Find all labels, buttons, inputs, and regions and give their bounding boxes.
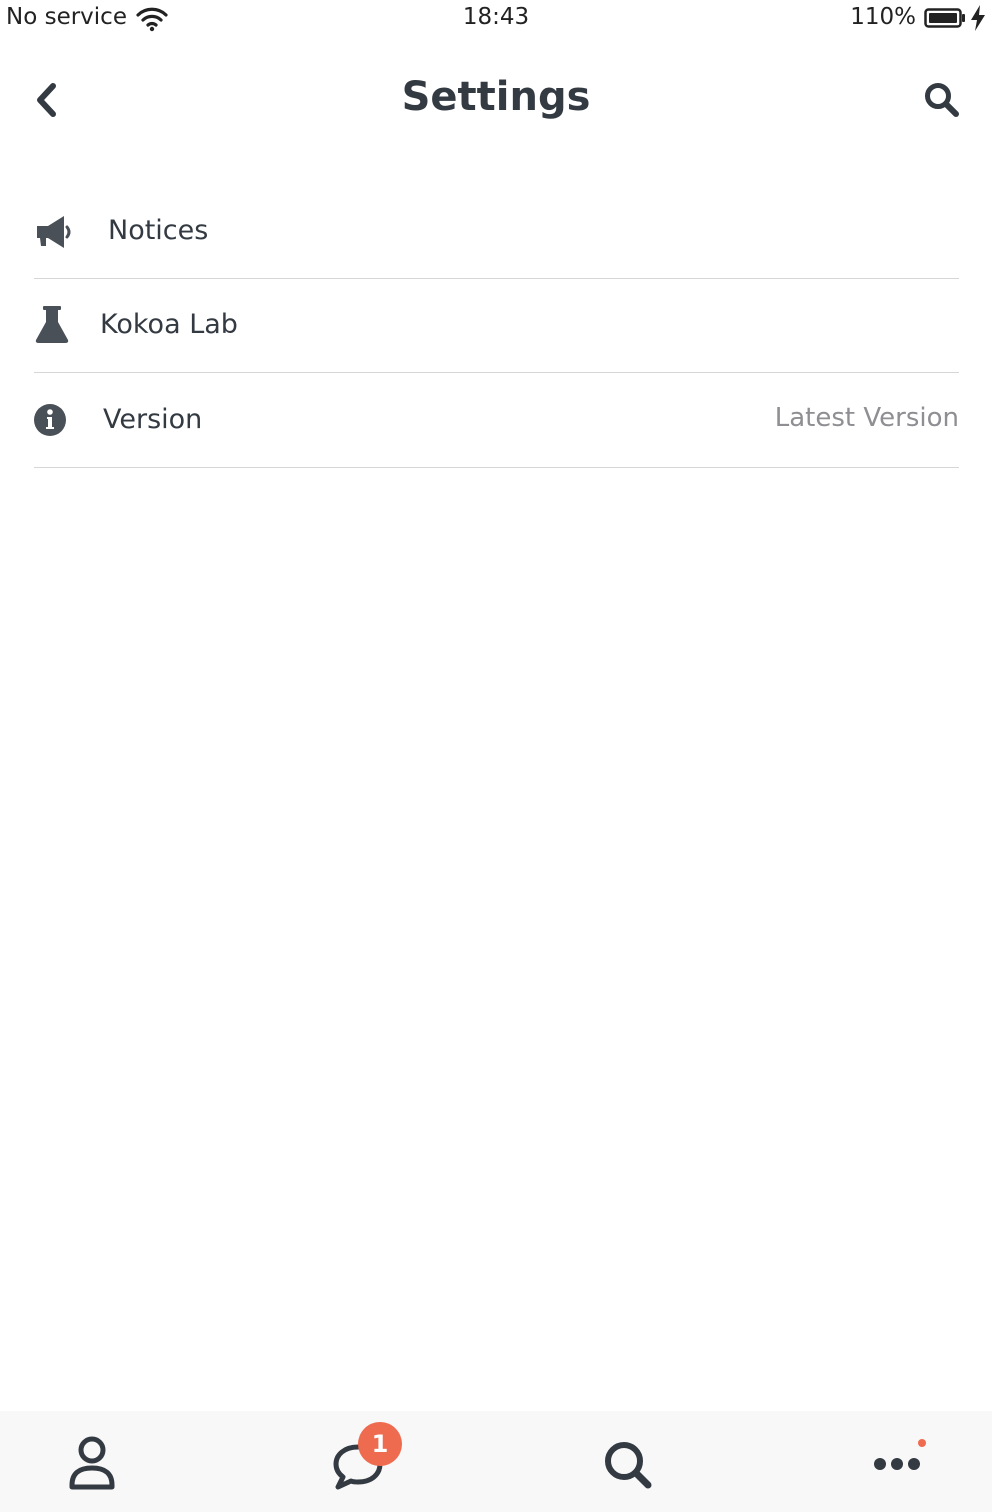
settings-item-label: Version [103, 404, 203, 435]
settings-item-notices[interactable]: Notices [34, 184, 959, 279]
clock: 18:43 [462, 4, 530, 30]
battery-icon [924, 8, 965, 28]
version-value: Latest Version [774, 403, 959, 433]
page-title: Settings [401, 74, 591, 120]
megaphone-icon [37, 216, 71, 248]
status-bar: No service 18:43 110% [0, 0, 992, 40]
info-circle-icon [34, 404, 66, 436]
tab-profile[interactable] [62, 1435, 122, 1495]
settings-item-kokoa-lab[interactable]: Kokoa Lab [34, 279, 959, 373]
charging-bolt-icon [971, 5, 985, 31]
settings-item-version[interactable]: Version Latest Version [34, 373, 959, 468]
tab-more[interactable] [866, 1435, 926, 1495]
settings-item-label: Kokoa Lab [100, 308, 238, 340]
search-button[interactable] [922, 80, 962, 120]
unread-badge: 1 [358, 1422, 402, 1466]
battery-percentage: 110% [850, 4, 916, 30]
flask-icon [35, 305, 69, 343]
tab-bar [0, 1411, 992, 1512]
tab-search[interactable] [598, 1435, 658, 1495]
person-icon [69, 1436, 115, 1490]
search-icon [605, 1442, 652, 1489]
more-dots-icon [874, 1458, 920, 1470]
search-icon [925, 83, 959, 117]
new-indicator-dot [918, 1439, 926, 1447]
settings-item-label: Notices [108, 215, 209, 246]
navigation-bar: Settings [0, 60, 992, 140]
settings-list: Notices Kokoa Lab Version Latest Version [34, 184, 959, 468]
